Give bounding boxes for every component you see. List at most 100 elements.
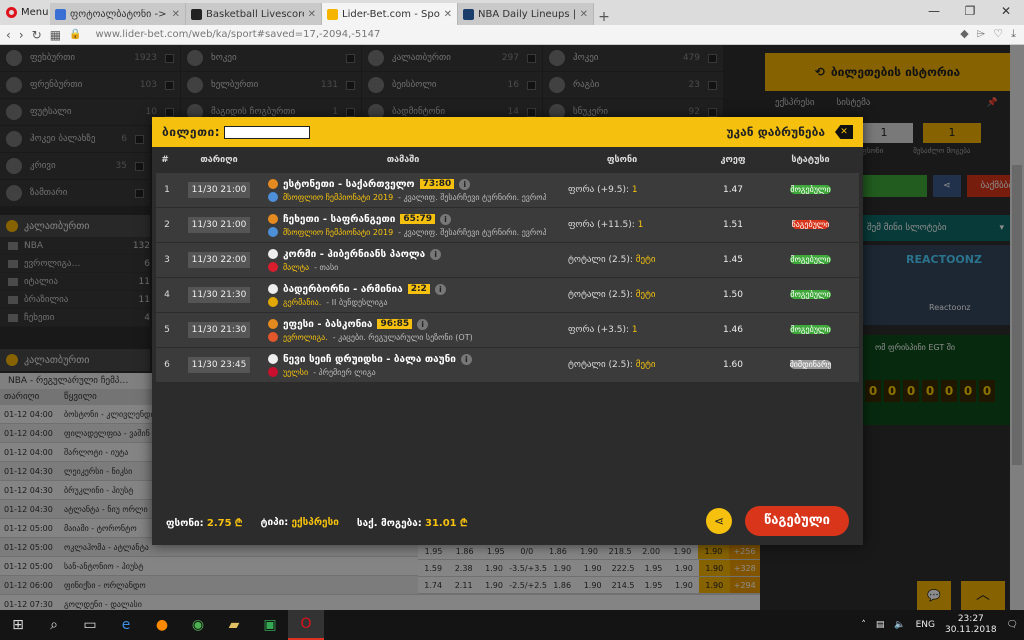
event-name: ეფესი - ბასკონია (283, 318, 373, 330)
event-score: 73:80 (419, 179, 455, 189)
notifications-icon[interactable]: 🗨 (1007, 620, 1018, 630)
tab-title: ფოტოალბატონი -> თ… (70, 8, 168, 20)
backspace-icon[interactable]: ✕ (835, 125, 853, 139)
bet-market: ფორა (+3.5): (568, 325, 630, 335)
excel-icon[interactable]: ▣ (252, 610, 288, 640)
col-event: თამაში (386, 155, 420, 165)
event-line: კორმი - ჰიბერნიანს პაოლა i (268, 247, 546, 261)
tab-favicon-icon (191, 8, 202, 20)
ticket-row: 5 11/30 21:30 ეფესი - ბასკონია 96:85 i ევროლი… (156, 313, 859, 347)
row-date: 11/30 23:45 (187, 357, 251, 373)
close-tab-icon[interactable]: ✕ (580, 9, 588, 20)
country-flag-icon (268, 367, 278, 377)
info-icon[interactable]: i (440, 213, 452, 225)
stake-label: ფსონი: (166, 518, 204, 529)
back-button[interactable]: უკან დაბრუნება (726, 125, 825, 139)
info-icon[interactable]: i (434, 283, 446, 295)
status-badge: მოგებული (790, 325, 831, 334)
event-score: 65:79 (400, 214, 436, 224)
info-icon[interactable]: i (459, 178, 471, 190)
ticket-row: 1 11/30 21:00 ესტონეთი - საქართველო 73:80 i მ… (156, 173, 859, 207)
ticket-table-header: # თარიღი თამაში ფსონი კოეფ სტატუსი (152, 147, 863, 173)
col-num: # (161, 155, 169, 165)
opera-icon[interactable]: O (288, 610, 324, 640)
tray-chevron-icon[interactable]: ˄ (861, 620, 866, 630)
forward-icon[interactable]: › (19, 28, 24, 42)
language-indicator[interactable]: ENG (916, 620, 935, 630)
row-date-cell: 11/30 21:30 (178, 322, 260, 338)
download-icon[interactable]: ⤓ (1011, 27, 1016, 41)
browser-tab[interactable]: Basketball Livescore - Live ✕ (186, 3, 322, 25)
snap-icon[interactable]: ⌲ (977, 27, 986, 41)
gel-icon: ₾ (459, 518, 468, 529)
browser-tab-active[interactable]: Lider-Bet.com - Sports anc ✕ (322, 3, 458, 25)
event-line: ბადერბორნი - არმინია 2:2 i (268, 282, 546, 296)
edge-icon[interactable]: e (108, 610, 144, 640)
search-icon[interactable]: ⌕ (36, 610, 72, 640)
event-line: ესტონეთი - საქართველო 73:80 i (268, 177, 546, 191)
row-date-cell: 11/30 21:00 (178, 217, 260, 233)
browser-menu-button[interactable]: Menu (0, 0, 50, 25)
windows-start-icon[interactable]: ⊞ (0, 610, 36, 640)
new-tab-button[interactable]: + (594, 9, 614, 25)
event-country: მსოფლიო ჩემპიონატი 2019 (283, 192, 394, 202)
row-number: 5 (164, 325, 170, 335)
info-icon[interactable]: i (417, 318, 429, 330)
tab-favicon-icon (327, 8, 338, 20)
close-tab-icon[interactable]: ✕ (444, 9, 452, 20)
row-status-cell: მოგებული (768, 181, 853, 199)
country-flag-icon (268, 297, 278, 307)
chrome-icon[interactable]: ◉ (180, 610, 216, 640)
info-icon[interactable]: i (430, 248, 442, 260)
browser-tab[interactable]: NBA Daily Lineups | RotoW ✕ (458, 3, 594, 25)
tab-title: NBA Daily Lineups | RotoW (478, 8, 576, 20)
modal-header: ბილეთი: უკან დაბრუნება ✕ (152, 117, 863, 147)
clock[interactable]: 23:27 30.11.2018 (945, 614, 997, 636)
clock-time: 23:27 (957, 614, 984, 624)
row-number: 3 (164, 255, 170, 265)
event-name: ნევი სეიჩ დრუიდსი - ბალა თაუნი (283, 353, 456, 365)
bookmark-heart-icon[interactable]: ♡ (993, 27, 1003, 41)
event-sub: მსოფლიო ჩემპიონატი 2019 - კვალიფ. შესარჩე… (268, 191, 546, 203)
minimize-icon[interactable]: — (916, 0, 952, 22)
bet-market: ფორა (+11.5): (568, 220, 635, 230)
row-bet: ფორა (+9.5): 1 (546, 185, 698, 195)
info-icon[interactable]: i (460, 353, 472, 365)
close-window-icon[interactable]: ✕ (988, 0, 1024, 22)
row-status-cell: წაგებული (768, 216, 853, 234)
status-badge: მოგებული (790, 255, 831, 264)
browser-tab[interactable]: ფოტოალბატონი -> თ… ✕ (50, 3, 186, 25)
speed-dial-icon[interactable]: ▦ (50, 28, 61, 42)
event-league: - კვალიფ. შესარჩევი ტურნირი. ევროპა. … (398, 192, 546, 202)
firefox-icon[interactable]: ● (144, 610, 180, 640)
row-date: 11/30 21:00 (187, 182, 251, 198)
row-date-cell: 11/30 21:30 (178, 287, 260, 303)
close-tab-icon[interactable]: ✕ (172, 9, 180, 20)
maximize-icon[interactable]: ❐ (952, 0, 988, 22)
sport-ball-icon (268, 319, 278, 329)
event-line: ჩეხეთი - საფრანგეთი 65:79 i (268, 212, 546, 226)
event-name: ესტონეთი - საქართველო (283, 178, 415, 190)
ticket-row: 4 11/30 21:30 ბადერბორნი - არმინია 2:2 i გერმ… (156, 278, 859, 312)
row-odd: 1.46 (722, 325, 744, 335)
share-icon[interactable]: ⋖ (706, 508, 732, 534)
event-country: უელსი (283, 367, 309, 377)
bet-pick: მეტი (635, 290, 656, 300)
network-icon[interactable]: ▤ (876, 620, 885, 630)
row-bet: ტოტალი (2.5): მეტი (546, 290, 698, 300)
row-number: 6 (164, 360, 170, 370)
event-league: - კაცები. რეგულარული სეზონი (OT) (332, 332, 473, 342)
extension-icon[interactable]: ◆ (960, 27, 968, 41)
reload-icon[interactable]: ↻ (32, 28, 42, 42)
row-date: 11/30 21:00 (187, 217, 251, 233)
file-explorer-icon[interactable]: ▰ (216, 610, 252, 640)
volume-icon[interactable]: 🔈 (894, 620, 905, 630)
close-tab-icon[interactable]: ✕ (308, 9, 316, 20)
url-input[interactable]: www.lider-bet.com/web/ka/sport#saved=17,… (95, 29, 380, 40)
country-flag-icon (268, 262, 278, 272)
back-icon[interactable]: ‹ (6, 28, 11, 42)
row-odd: 1.51 (722, 220, 744, 230)
task-view-icon[interactable]: ▭ (72, 610, 108, 640)
ticket-status-button[interactable]: წაგებული (745, 506, 849, 536)
bet-pick: 1 (637, 220, 644, 230)
